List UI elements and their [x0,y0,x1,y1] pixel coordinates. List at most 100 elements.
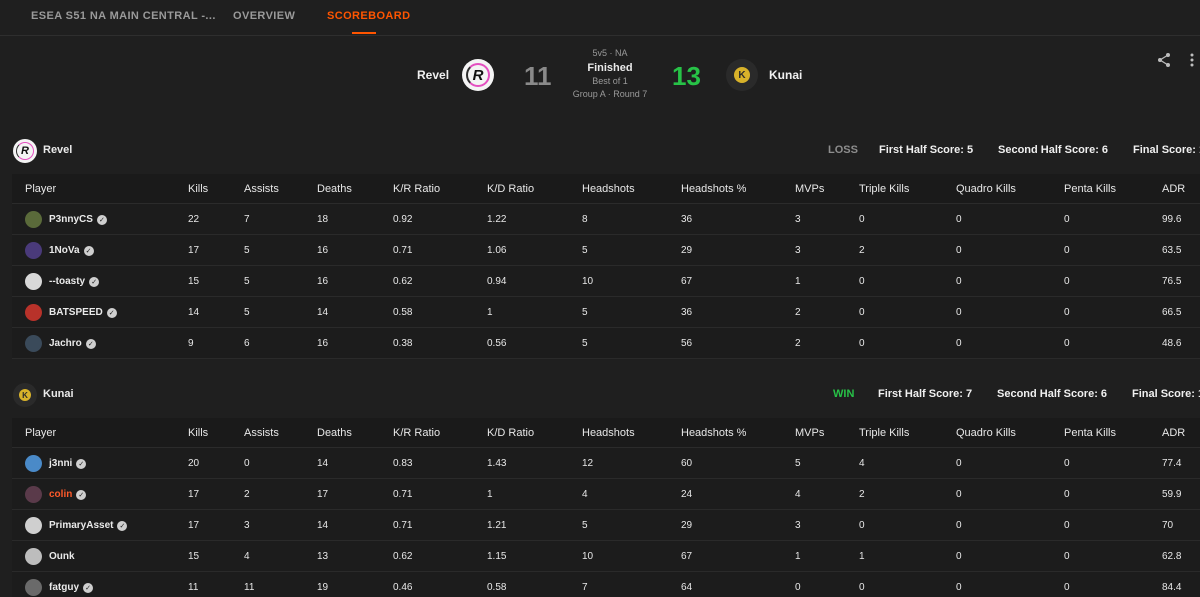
table-row[interactable]: BATSPEED ✓ 14 5 14 0.58 1 5 36 2 0 0 0 66.5 [12,297,1200,328]
cell-deaths: 18 [317,214,329,225]
player-name[interactable]: 1NoVa ✓ [49,245,94,256]
header-kills[interactable]: Kills [188,427,208,439]
table-row[interactable]: 1NoVa ✓ 17 5 16 0.71 1.06 5 29 3 2 0 0 63.5 [12,235,1200,266]
player-name[interactable]: Ounk [49,551,75,562]
player-name-text[interactable]: 1NoVa [49,245,80,256]
cell-headshots: 5 [582,245,588,256]
player-name[interactable]: Jachro ✓ [49,338,96,349]
event-title-tab[interactable]: ESEA S51 NA MAIN CENTRAL -... [31,10,216,22]
kunai-logo[interactable]: K [726,59,758,91]
share-icon[interactable] [1156,52,1172,68]
header-player[interactable]: Player [25,427,56,439]
header-mvps[interactable]: MVPs [795,183,824,195]
header-kd-ratio[interactable]: K/D Ratio [487,427,534,439]
match-info: 5v5 · NA Finished Best of 1 Group A · Ro… [560,48,660,99]
avatar[interactable] [25,273,42,290]
header-headshots[interactable]: Headshots [582,183,635,195]
header-mvps[interactable]: MVPs [795,427,824,439]
player-name-text[interactable]: colin [49,489,72,500]
table-row[interactable]: --toasty ✓ 15 5 16 0.62 0.94 10 67 1 0 0 0 76.5 [12,266,1200,297]
table-row[interactable]: Jachro ✓ 9 6 16 0.38 0.56 5 56 2 0 0 0 48.6 [12,328,1200,359]
team1-second-half: Second Half Score: 6 [998,144,1109,156]
revel-logo[interactable]: R [462,59,494,91]
header-kr-ratio[interactable]: K/R Ratio [393,427,440,439]
header-assists[interactable]: Assists [244,183,279,195]
header-headshots[interactable]: Headshots [582,427,635,439]
header-quadro-kills[interactable]: Quadro Kills [956,427,1016,439]
cell-quadro-kills: 0 [956,307,962,318]
team1-name[interactable]: Revel [417,68,449,82]
table-header: Player Kills Assists Deaths K/R Ratio K/D Rat… [12,174,1200,204]
player-name[interactable]: P3nnyCS ✓ [49,214,107,225]
cell-deaths: 14 [317,307,329,318]
header-adr[interactable]: ADR [1162,183,1185,195]
header-headshots-pct[interactable]: Headshots % [681,183,746,195]
player-name-text[interactable]: Ounk [49,551,75,562]
player-name-text[interactable]: Jachro [49,338,82,349]
header-player[interactable]: Player [25,183,56,195]
player-name-text[interactable]: BATSPEED [49,307,103,318]
header-triple-kills[interactable]: Triple Kills [859,183,909,195]
avatar[interactable] [25,304,42,321]
player-name-text[interactable]: --toasty [49,276,85,287]
header-deaths[interactable]: Deaths [317,183,352,195]
avatar[interactable] [25,486,42,503]
cell-kills: 15 [188,551,200,562]
avatar[interactable] [25,548,42,565]
player-name-text[interactable]: P3nnyCS [49,214,93,225]
cell-mvps: 5 [795,458,801,469]
header-kd-ratio[interactable]: K/D Ratio [487,183,534,195]
cell-headshots-pct: 24 [681,489,693,500]
cell-kr-ratio: 0.71 [393,489,413,500]
cell-kr-ratio: 0.46 [393,582,413,593]
table-row[interactable]: PrimaryAsset ✓ 17 3 14 0.71 1.21 5 29 3 0 0 0 70 [12,510,1200,541]
cell-triple-kills: 4 [859,458,865,469]
header-headshots-pct[interactable]: Headshots % [681,427,746,439]
player-name[interactable]: BATSPEED ✓ [49,307,117,318]
player-name-text[interactable]: fatguy [49,582,79,593]
player-name-text[interactable]: j3nni [49,458,72,469]
cell-mvps: 1 [795,551,801,562]
tab-overview[interactable]: OVERVIEW [233,10,295,22]
header-adr[interactable]: ADR [1162,427,1185,439]
player-name-text[interactable]: PrimaryAsset [49,520,113,531]
more-options-icon[interactable] [1188,52,1196,68]
header-quadro-kills[interactable]: Quadro Kills [956,183,1016,195]
header-penta-kills[interactable]: Penta Kills [1064,427,1116,439]
cell-triple-kills: 0 [859,520,865,531]
avatar[interactable] [25,335,42,352]
header-kr-ratio[interactable]: K/R Ratio [393,183,440,195]
avatar[interactable] [25,455,42,472]
avatar[interactable] [25,242,42,259]
team2-name[interactable]: Kunai [769,68,802,82]
cell-mvps: 1 [795,276,801,287]
player-name[interactable]: fatguy ✓ [49,582,93,593]
header-penta-kills[interactable]: Penta Kills [1064,183,1116,195]
header-deaths[interactable]: Deaths [317,427,352,439]
team1-scoreboard-table: Player Kills Assists Deaths K/R Ratio K/D Rat… [12,174,1200,359]
table-row[interactable]: Ounk 15 4 13 0.62 1.15 10 67 1 1 0 0 62.8 [12,541,1200,572]
cell-headshots: 5 [582,307,588,318]
player-name[interactable]: colin ✓ [49,489,87,500]
cell-penta-kills: 0 [1064,520,1070,531]
cell-triple-kills: 0 [859,214,865,225]
cell-adr: 70 [1162,520,1174,531]
team1-summary-bar: R Revel LOSS First Half Score: 5 Second … [0,138,1200,164]
player-name[interactable]: --toasty ✓ [49,276,100,287]
avatar[interactable] [25,517,42,534]
player-name[interactable]: PrimaryAsset ✓ [49,520,128,531]
cell-triple-kills: 0 [859,582,865,593]
table-row[interactable]: P3nnyCS ✓ 22 7 18 0.92 1.22 8 36 3 0 0 0 99.6 [12,204,1200,235]
avatar[interactable] [25,211,42,228]
header-triple-kills[interactable]: Triple Kills [859,427,909,439]
table-row[interactable]: j3nni ✓ 20 0 14 0.83 1.43 12 60 5 4 0 0 77.4 [12,448,1200,479]
header-kills[interactable]: Kills [188,183,208,195]
table-row[interactable]: colin ✓ 17 2 17 0.71 1 4 24 4 2 0 0 59.9 [12,479,1200,510]
header-assists[interactable]: Assists [244,427,279,439]
table-row[interactable]: fatguy ✓ 11 11 19 0.46 0.58 7 64 0 0 0 0 84.4 [12,572,1200,597]
avatar[interactable] [25,579,42,596]
player-name[interactable]: j3nni ✓ [49,458,87,469]
tab-scoreboard[interactable]: SCOREBOARD [327,10,410,22]
cell-adr: 77.4 [1162,458,1182,469]
cell-penta-kills: 0 [1064,582,1070,593]
